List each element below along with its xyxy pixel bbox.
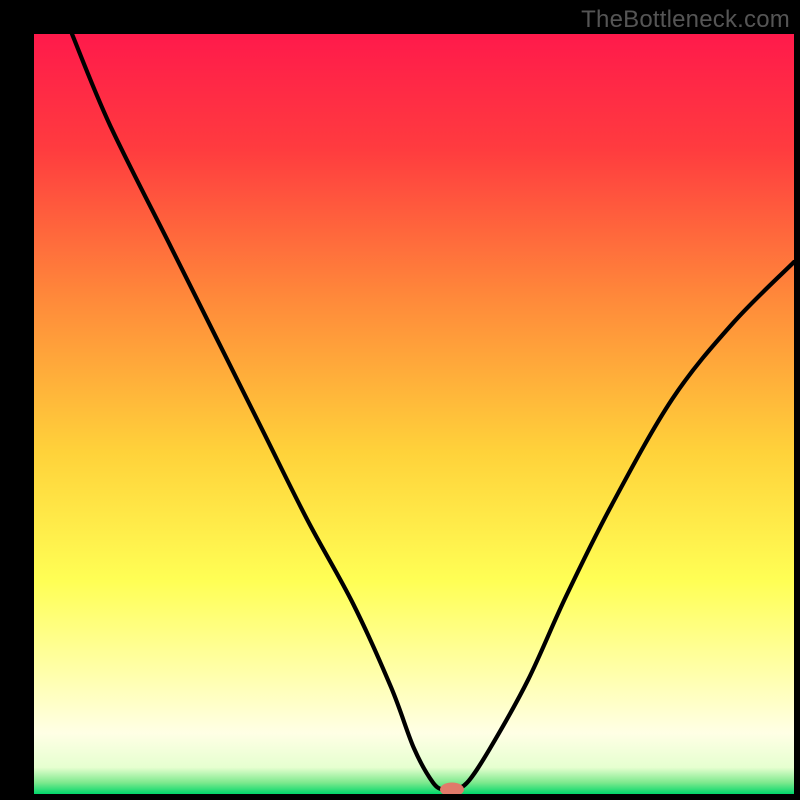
plot-svg [34, 34, 794, 794]
plot-area [34, 34, 794, 794]
gradient-background [34, 34, 794, 794]
watermark-text: TheBottleneck.com [581, 6, 790, 34]
chart-frame: TheBottleneck.com [0, 0, 800, 800]
